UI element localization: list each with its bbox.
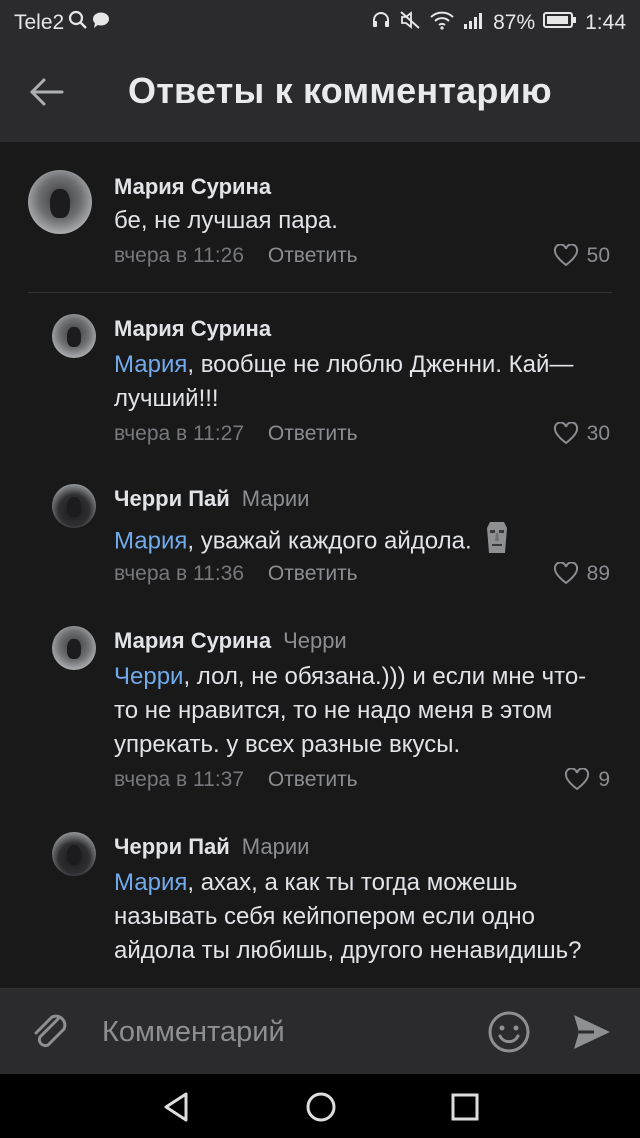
comment-text: Мария, ахах, а как ты тогда можешь назыв… [114,869,582,964]
like-button[interactable]: 89 [553,562,610,586]
circle-home-icon [306,1092,336,1122]
nav-home-button[interactable] [304,1090,338,1129]
mention-link[interactable]: Черри [114,663,183,690]
reply-to-label[interactable]: Черри [283,628,347,653]
reply-button[interactable]: Ответить [268,244,358,267]
comment-author[interactable]: Черри Пай Марии [114,834,309,860]
comment-author[interactable]: Мария Сурина [114,316,271,342]
like-button[interactable]: 50 [553,244,610,268]
triangle-back-icon [164,1092,188,1122]
heart-icon [553,244,578,267]
reply-to-label[interactable]: Марии [242,486,310,511]
arrow-left-icon [30,78,64,106]
comment-time: вчера в 11:26 [114,244,245,267]
carrier-label: Tele2 [14,11,65,34]
reply-to-label[interactable]: Марии [242,834,310,859]
app-bar: Ответы к комментарию [0,44,640,142]
comment-meta: вчера в 11:37 Ответить [114,768,358,792]
time-label: 1:44 [585,11,626,34]
reply-button[interactable]: Ответить [268,562,358,585]
like-count: 30 [586,422,610,445]
avatar[interactable] [52,314,96,358]
like-button[interactable]: 30 [553,422,610,446]
smile-icon [488,1011,530,1053]
like-button[interactable]: 9 [564,768,610,792]
avatar[interactable] [52,484,96,528]
nav-recents-button[interactable] [448,1090,482,1129]
comment-meta: вчера в 11:36 Ответить [114,562,358,586]
mention-link[interactable]: Мария [114,527,187,554]
back-button[interactable] [26,74,70,114]
comment-text: Мария, вообще не люблю Дженни. Кай— лучш… [114,351,574,412]
comment-time: вчера в 11:37 [114,768,245,791]
comment-composer [0,988,640,1075]
emoji-button[interactable] [486,1009,532,1060]
like-count: 9 [598,768,610,791]
mention-link[interactable]: Мария [114,351,187,378]
comment-meta: вчера в 11:26 Ответить [114,244,358,268]
message-icon [92,11,110,35]
reply-button[interactable]: Ответить [268,768,358,791]
replies-list: Мария Сурина бе, не лучшая пара. вчера в… [0,142,640,988]
comment-time: вчера в 11:27 [114,422,245,445]
search-icon [68,10,88,36]
mention-link[interactable]: Мария [114,869,187,896]
comment-author[interactable]: Мария Сурина Черри [114,628,347,654]
square-recents-icon [451,1093,479,1121]
comment-text: Мария, уважай каждого айдола. [114,520,614,564]
headset-icon [371,10,391,36]
divider [28,292,612,293]
comment-meta: вчера в 11:27 Ответить [114,422,358,446]
like-count: 89 [586,562,610,585]
send-icon [574,1015,610,1049]
like-count: 50 [586,244,610,267]
comment-text: бе, не лучшая пара. [114,207,338,234]
avatar[interactable] [52,626,96,670]
mute-icon [399,10,421,36]
comment-author[interactable]: Черри Пай Марии [114,486,309,512]
comment-text: Черри, лол, не обязана.))) и если мне чт… [114,663,587,758]
comment-input[interactable] [100,1011,464,1053]
heart-icon [565,768,590,791]
system-nav-bar [0,1074,640,1138]
heart-icon [553,422,578,445]
page-title: Ответы к комментарию [128,70,552,111]
send-button[interactable] [570,1011,614,1058]
heart-icon [553,562,578,585]
battery-icon [543,11,577,35]
wifi-icon [429,10,455,36]
attach-button[interactable] [28,1009,72,1060]
avatar[interactable] [28,170,92,234]
comment-time: вчера в 11:36 [114,562,245,585]
reply-button[interactable]: Ответить [268,422,358,445]
signal-icon [463,11,485,35]
nav-back-button[interactable] [160,1090,194,1129]
comment-author[interactable]: Мария Сурина [114,174,271,200]
moai-icon [484,520,510,564]
paperclip-icon [34,1014,67,1048]
battery-label: 87% [493,11,536,34]
avatar[interactable] [52,832,96,876]
status-bar: Tele2 87% 1:44 [0,0,640,44]
